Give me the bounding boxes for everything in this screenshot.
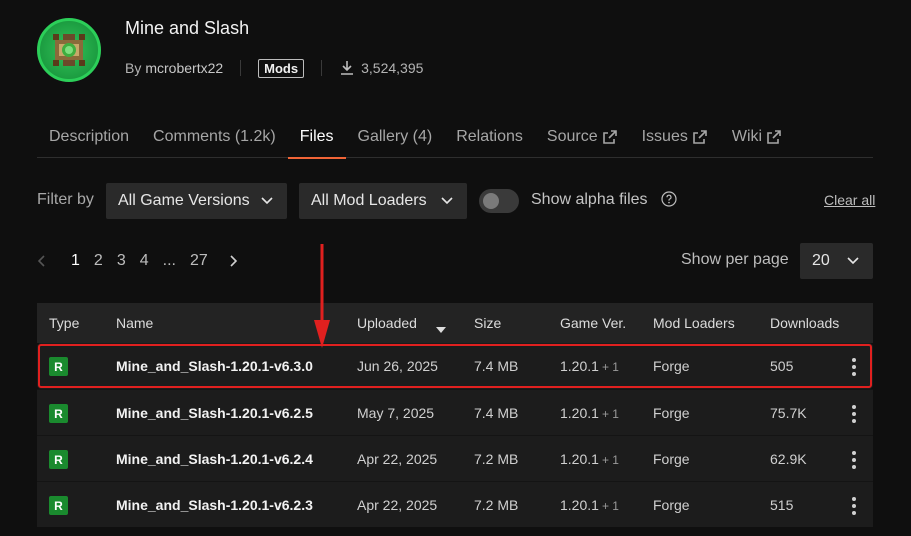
file-size: 7.4 MB (474, 358, 519, 374)
table-row[interactable]: R Mine_and_Slash-1.20.1-v6.2.3 Apr 22, 2… (37, 481, 873, 527)
download-count: 62.9K (770, 451, 807, 467)
game-version-more: + 1 (601, 453, 619, 467)
alpha-files-label: Show alpha files (531, 191, 648, 208)
pagination: 1 2 3 4 ... 27 (37, 249, 238, 273)
file-name[interactable]: Mine_and_Slash-1.20.1-v6.2.4 (116, 451, 313, 467)
toggle-knob (483, 193, 499, 209)
game-versions-value: All Game Versions (118, 192, 250, 209)
mod-loaders-dropdown[interactable]: All Mod Loaders (299, 183, 467, 219)
download-icon (339, 60, 355, 76)
chevron-down-icon (441, 192, 453, 210)
category-badge[interactable]: Mods (258, 58, 305, 78)
filter-label: Filter by (37, 191, 94, 208)
uploaded-date: Apr 22, 2025 (357, 497, 438, 513)
tab-source[interactable]: Source (535, 118, 630, 158)
release-badge: R (49, 450, 68, 469)
more-options-icon[interactable] (851, 450, 857, 473)
external-link-icon (602, 129, 618, 145)
header-mod-loaders[interactable]: Mod Loaders (653, 315, 735, 331)
project-logo-icon (53, 34, 85, 66)
game-version: 1.20.1 + 1 (560, 497, 619, 513)
table-header: Type Name Uploaded Size Game Ver. Mod Lo… (37, 303, 873, 343)
per-page-dropdown[interactable]: 20 (800, 243, 873, 279)
tab-wiki[interactable]: Wiki (720, 118, 794, 158)
page-link[interactable]: 1 (71, 252, 80, 270)
help-icon[interactable] (661, 191, 677, 212)
release-badge: R (49, 357, 68, 376)
page-ellipsis: ... (162, 252, 176, 269)
uploaded-date: Jun 26, 2025 (357, 358, 438, 374)
alpha-files-toggle[interactable] (479, 189, 519, 213)
tab-files[interactable]: Files (287, 118, 346, 159)
table-row[interactable]: R Mine_and_Slash-1.20.1-v6.2.5 May 7, 20… (37, 389, 873, 435)
project-tabs: Description Comments (1.2k) Files Galler… (37, 118, 873, 159)
tab-gallery[interactable]: Gallery (4) (346, 118, 445, 158)
download-count: 75.7K (770, 405, 807, 421)
header-uploaded[interactable]: Uploaded (357, 315, 417, 331)
files-table: Type Name Uploaded Size Game Ver. Mod Lo… (37, 303, 873, 527)
game-version: 1.20.1 + 1 (560, 451, 619, 467)
file-size: 7.2 MB (474, 497, 519, 513)
download-count: 3,524,395 (361, 60, 424, 76)
game-version: 1.20.1 + 1 (560, 405, 619, 421)
tab-relations[interactable]: Relations (444, 118, 535, 158)
uploaded-date: Apr 22, 2025 (357, 451, 438, 467)
release-badge: R (49, 496, 68, 515)
game-version-more: + 1 (601, 360, 619, 374)
clear-all-link[interactable]: Clear all (824, 192, 875, 208)
external-link-icon (766, 129, 782, 145)
mod-loader: Forge (653, 405, 690, 421)
mod-loaders-value: All Mod Loaders (311, 192, 427, 209)
game-versions-dropdown[interactable]: All Game Versions (106, 183, 287, 219)
header-size[interactable]: Size (474, 315, 501, 331)
game-version-more: + 1 (601, 499, 619, 513)
more-options-icon[interactable] (851, 496, 857, 519)
download-count: 515 (770, 497, 794, 513)
chevron-down-icon (847, 252, 859, 270)
table-row[interactable]: R Mine_and_Slash-1.20.1-v6.3.0 Jun 26, 2… (37, 343, 873, 389)
page-link[interactable]: 27 (190, 252, 208, 270)
file-name[interactable]: Mine_and_Slash-1.20.1-v6.2.5 (116, 405, 313, 421)
uploaded-date: May 7, 2025 (357, 405, 435, 421)
project-meta: By mcrobertx22 Mods 3,524,395 (125, 58, 423, 78)
mod-loader: Forge (653, 358, 690, 374)
file-size: 7.4 MB (474, 405, 519, 421)
annotation-arrow-icon (314, 244, 330, 348)
page-link[interactable]: 3 (117, 252, 126, 270)
header-type: Type (49, 315, 80, 331)
page-link[interactable]: 2 (94, 252, 103, 270)
file-size: 7.2 MB (474, 451, 519, 467)
more-options-icon[interactable] (851, 404, 857, 427)
by-label: By (125, 60, 142, 76)
tab-issues[interactable]: Issues (630, 118, 720, 158)
tab-comments[interactable]: Comments (1.2k) (141, 118, 288, 158)
chevron-down-icon (261, 192, 273, 210)
file-name[interactable]: Mine_and_Slash-1.20.1-v6.3.0 (116, 358, 313, 374)
external-link-icon (692, 129, 708, 145)
table-row[interactable]: R Mine_and_Slash-1.20.1-v6.2.4 Apr 22, 2… (37, 435, 873, 481)
release-badge: R (49, 404, 68, 423)
sort-desc-icon[interactable] (436, 320, 446, 336)
more-options-icon[interactable] (851, 357, 857, 380)
tab-description[interactable]: Description (37, 118, 141, 158)
divider (321, 60, 323, 76)
header-name[interactable]: Name (116, 315, 153, 331)
chevron-right-icon[interactable] (230, 255, 238, 267)
divider (240, 60, 242, 76)
project-title: Mine and Slash (125, 18, 250, 38)
project-logo (37, 18, 101, 82)
header-downloads[interactable]: Downloads (770, 315, 839, 331)
game-version: 1.20.1 + 1 (560, 358, 619, 374)
page-link[interactable]: 4 (140, 252, 149, 270)
game-version-more: + 1 (601, 407, 619, 421)
mod-loader: Forge (653, 451, 690, 467)
per-page-value: 20 (812, 252, 830, 269)
download-count: 505 (770, 358, 794, 374)
per-page-label: Show per page (681, 251, 789, 268)
header-game-ver[interactable]: Game Ver. (560, 315, 626, 331)
chevron-left-icon[interactable] (37, 255, 45, 267)
mod-loader: Forge (653, 497, 690, 513)
file-name[interactable]: Mine_and_Slash-1.20.1-v6.2.3 (116, 497, 313, 513)
author-link[interactable]: mcrobertx22 (145, 60, 223, 76)
